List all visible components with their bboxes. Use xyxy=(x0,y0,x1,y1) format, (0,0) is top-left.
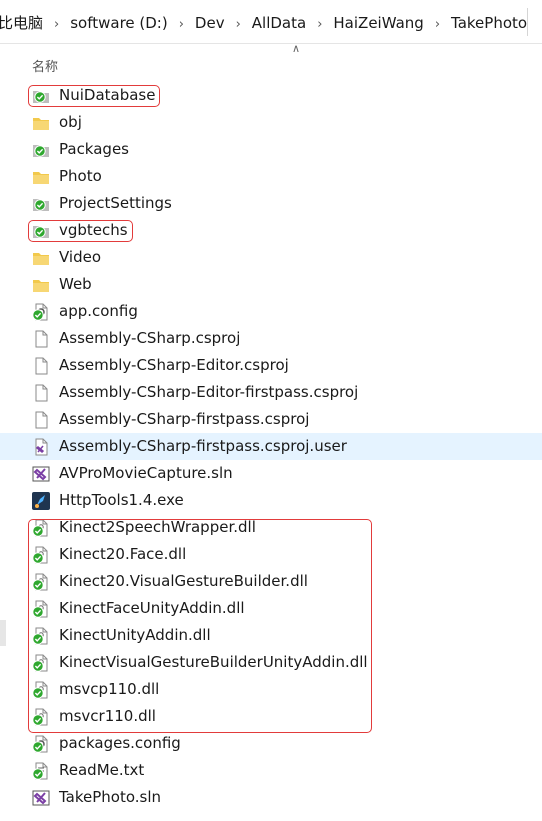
breadcrumb-item[interactable]: HaiZeiWang xyxy=(333,14,423,32)
dll-file-synced-icon xyxy=(32,573,50,591)
file-name: TakePhoto.sln xyxy=(59,788,162,806)
file-name: Packages xyxy=(59,140,129,158)
file-name: packages.config xyxy=(59,734,181,752)
address-bar[interactable]: 比电脑 › software (D:) › Dev › AllData › HaiZeiWang… xyxy=(0,0,542,44)
list-item[interactable]: Packages xyxy=(0,136,542,163)
solution-file-icon xyxy=(32,465,50,483)
file-name: Assembly-CSharp-firstpass.csproj.user xyxy=(59,437,347,455)
file-name: KinectVisualGestureBuilderUnityAddin.dll xyxy=(59,653,368,671)
chevron-right-icon[interactable]: › xyxy=(435,17,440,32)
folder-synced-icon xyxy=(32,222,50,240)
visual-studio-file-icon xyxy=(32,438,50,456)
list-item[interactable]: KinectVisualGestureBuilderUnityAddin.dll xyxy=(0,649,542,676)
list-item[interactable]: AVProMovieCapture.sln xyxy=(0,460,542,487)
list-item[interactable]: obj xyxy=(0,109,542,136)
list-item[interactable]: Assembly-CSharp-Editor.csproj xyxy=(0,352,542,379)
list-item[interactable]: TakePhoto.sln xyxy=(0,784,542,811)
folder-synced-icon xyxy=(32,87,50,105)
file-name: Photo xyxy=(59,167,102,185)
breadcrumb: 比电脑 › software (D:) › Dev › AllData › HaiZeiWang… xyxy=(0,12,542,33)
file-name: Kinect20.VisualGestureBuilder.dll xyxy=(59,572,308,590)
list-item[interactable]: KinectFaceUnityAddin.dll xyxy=(0,595,542,622)
list-item[interactable]: Assembly-CSharp-Editor-firstpass.csproj xyxy=(0,379,542,406)
chevron-right-icon[interactable]: › xyxy=(236,17,241,32)
breadcrumb-item[interactable]: AllData xyxy=(252,14,306,32)
list-item[interactable]: app.config xyxy=(0,298,542,325)
file-name: NuiDatabase xyxy=(59,86,156,104)
chevron-right-icon[interactable]: › xyxy=(54,17,59,32)
sort-chevron-icon[interactable]: ∧ xyxy=(292,42,300,55)
file-name: app.config xyxy=(59,302,138,320)
list-item[interactable]: msvcr110.dll xyxy=(0,703,542,730)
folder-icon xyxy=(32,276,50,294)
chevron-right-icon[interactable]: › xyxy=(179,17,184,32)
folder-icon xyxy=(32,114,50,132)
file-name: Assembly-CSharp.csproj xyxy=(59,329,241,347)
dll-file-synced-icon xyxy=(32,600,50,618)
list-item[interactable]: Video xyxy=(0,244,542,271)
breadcrumb-item[interactable]: software (D:) xyxy=(70,14,168,32)
dll-file-synced-icon xyxy=(32,708,50,726)
blank-file-icon xyxy=(32,384,50,402)
list-item[interactable]: Kinect20.VisualGestureBuilder.dll xyxy=(0,568,542,595)
file-name: Assembly-CSharp-Editor.csproj xyxy=(59,356,289,374)
file-name: vgbtechs xyxy=(59,221,128,239)
blank-file-icon xyxy=(32,411,50,429)
blank-file-icon xyxy=(32,330,50,348)
file-name: Assembly-CSharp-Editor-firstpass.csproj xyxy=(59,383,359,401)
list-item[interactable]: Assembly-CSharp-firstpass.csproj.user xyxy=(0,433,542,460)
file-name: HttpTools1.4.exe xyxy=(59,491,184,509)
file-name: KinectUnityAddin.dll xyxy=(59,626,211,644)
dll-file-synced-icon xyxy=(32,654,50,672)
chevron-right-icon[interactable]: › xyxy=(317,17,322,32)
column-header-name[interactable]: 名称 xyxy=(32,56,58,75)
folder-synced-icon xyxy=(32,195,50,213)
text-file-synced-icon xyxy=(32,762,50,780)
dll-file-synced-icon xyxy=(32,546,50,564)
config-file-synced-icon xyxy=(32,303,50,321)
file-name: msvcr110.dll xyxy=(59,707,156,725)
list-item[interactable]: Kinect2SpeechWrapper.dll xyxy=(0,514,542,541)
file-name: Video xyxy=(59,248,102,266)
rocket-app-icon xyxy=(32,492,50,510)
list-item[interactable]: Photo xyxy=(0,163,542,190)
breadcrumb-item[interactable]: TakePhoto xyxy=(451,14,527,32)
file-name: obj xyxy=(59,113,82,131)
list-item[interactable]: packages.config xyxy=(0,730,542,757)
solution-file-icon xyxy=(32,789,50,807)
list-item[interactable]: Assembly-CSharp.csproj xyxy=(0,325,542,352)
list-item[interactable]: vgbtechs xyxy=(0,217,542,244)
dll-file-synced-icon xyxy=(32,627,50,645)
config-file-synced-icon xyxy=(32,735,50,753)
address-dropdown-button[interactable] xyxy=(527,8,542,36)
file-name: Web xyxy=(59,275,92,293)
list-item[interactable]: NuiDatabase xyxy=(0,82,542,109)
list-item[interactable]: KinectUnityAddin.dll xyxy=(0,622,542,649)
folder-icon xyxy=(32,168,50,186)
dll-file-synced-icon xyxy=(32,519,50,537)
breadcrumb-item[interactable]: 比电脑 xyxy=(0,12,43,33)
breadcrumb-item[interactable]: Dev xyxy=(195,14,225,32)
dll-file-synced-icon xyxy=(32,681,50,699)
folder-synced-icon xyxy=(32,141,50,159)
folder-icon xyxy=(32,249,50,267)
list-item[interactable]: Kinect20.Face.dll xyxy=(0,541,542,568)
list-item[interactable]: ReadMe.txt xyxy=(0,757,542,784)
file-name: Assembly-CSharp-firstpass.csproj xyxy=(59,410,310,428)
blank-file-icon xyxy=(32,357,50,375)
file-name: KinectFaceUnityAddin.dll xyxy=(59,599,245,617)
list-item[interactable]: ProjectSettings xyxy=(0,190,542,217)
file-name: Kinect20.Face.dll xyxy=(59,545,187,563)
list-item[interactable]: HttpTools1.4.exe xyxy=(0,487,542,514)
file-list: NuiDatabase obj Packages Photo ProjectSettin… xyxy=(0,82,542,811)
file-name: AVProMovieCapture.sln xyxy=(59,464,233,482)
list-item[interactable]: Assembly-CSharp-firstpass.csproj xyxy=(0,406,542,433)
file-name: ProjectSettings xyxy=(59,194,172,212)
list-item[interactable]: Web xyxy=(0,271,542,298)
file-name: Kinect2SpeechWrapper.dll xyxy=(59,518,256,536)
file-name: msvcp110.dll xyxy=(59,680,160,698)
list-item[interactable]: msvcp110.dll xyxy=(0,676,542,703)
file-name: ReadMe.txt xyxy=(59,761,145,779)
